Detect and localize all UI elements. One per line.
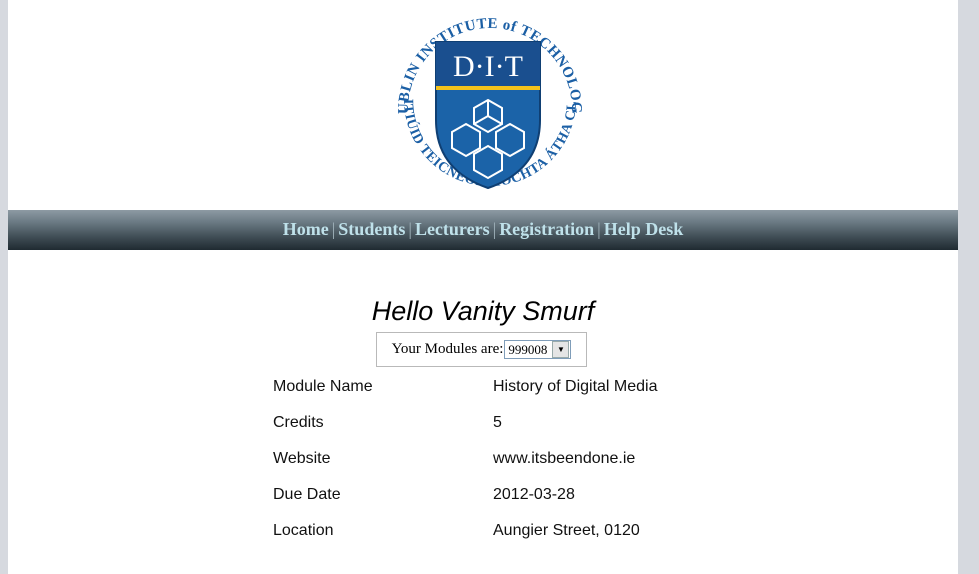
module-selector-box: Your Modules are: 999008 ▼	[376, 332, 587, 367]
nav-lecturers[interactable]: Lecturers	[415, 219, 490, 239]
nav-help-desk[interactable]: Help Desk	[604, 219, 684, 239]
main-nav: Home | Students | Lecturers | Registration | Hel…	[8, 210, 958, 250]
module-selector-label: Your Modules are:	[391, 341, 504, 357]
detail-label: Due Date	[273, 486, 341, 503]
dit-logo: DUBLIN INSTITUTE of TECHNOLOGY INSTITIÚI…	[374, 0, 596, 206]
detail-value: www.itsbeendone.ie	[493, 450, 636, 467]
chevron-down-icon[interactable]: ▼	[552, 341, 570, 358]
detail-label: Location	[273, 522, 334, 539]
nav-registration[interactable]: Registration	[499, 219, 594, 239]
page: DUBLIN INSTITUTE of TECHNOLOGY INSTITIÚI…	[8, 0, 958, 574]
nav-separator: |	[597, 219, 601, 239]
dit-crest-icon: DUBLIN INSTITUTE of TECHNOLOGY INSTITIÚI…	[374, 0, 583, 190]
detail-value: Aungier Street, 0120	[493, 522, 640, 539]
nav-separator: |	[492, 219, 497, 239]
detail-value: 5	[493, 414, 502, 431]
detail-value: 2012-03-28	[493, 486, 575, 503]
nav-students[interactable]: Students	[338, 219, 405, 239]
greeting-heading: Hello Vanity Smurf	[371, 296, 595, 326]
module-select[interactable]: 999008 ▼	[504, 340, 572, 359]
nav-home[interactable]: Home	[283, 219, 329, 239]
nav-separator: |	[331, 219, 336, 239]
logo-badge-text: D·I·T	[453, 50, 523, 83]
module-select-value: 999008	[508, 341, 548, 357]
nav-separator: |	[408, 219, 412, 239]
detail-value: History of Digital Media	[493, 378, 658, 395]
detail-label: Website	[273, 450, 331, 467]
detail-label: Credits	[273, 414, 324, 431]
detail-label: Module Name	[273, 378, 373, 395]
